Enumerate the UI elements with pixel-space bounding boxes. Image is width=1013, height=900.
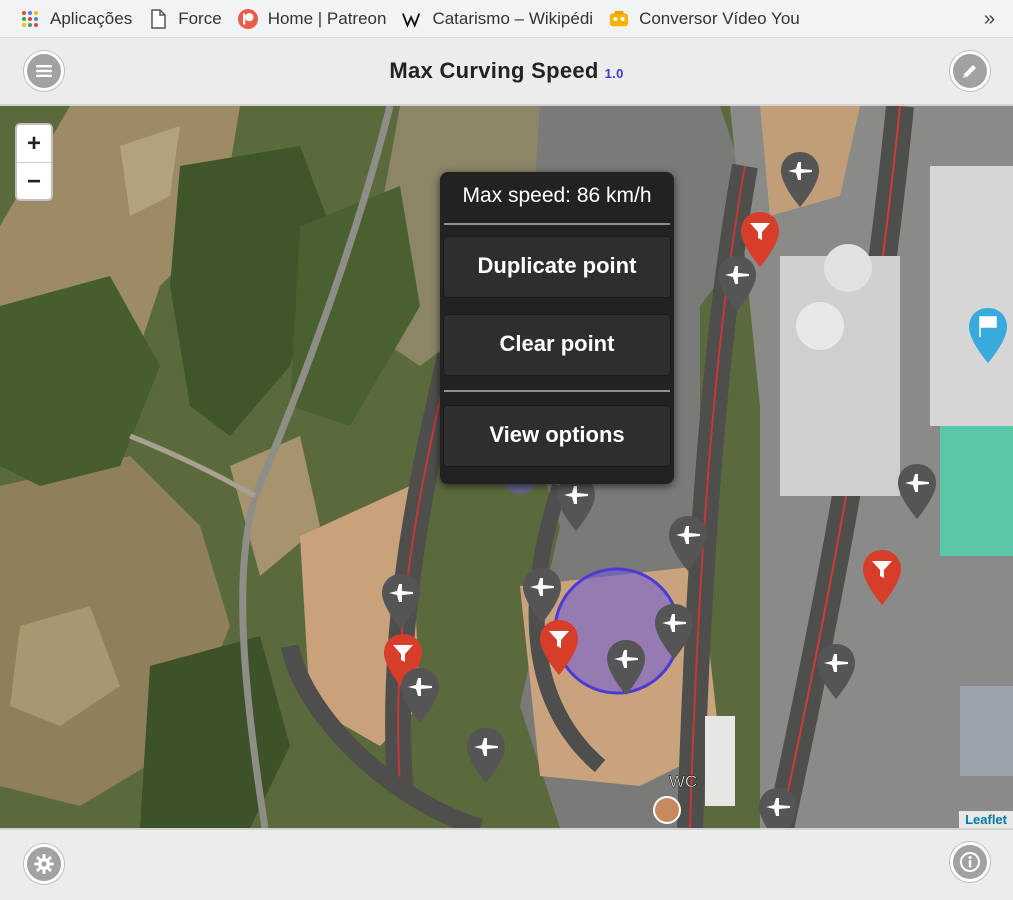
map-marker-plane[interactable]	[895, 462, 939, 522]
clear-point-button[interactable]: Clear point	[443, 314, 671, 376]
plane-icon	[467, 728, 505, 783]
edit-button[interactable]	[950, 51, 990, 91]
plane-icon	[781, 152, 819, 207]
map-marker-plane[interactable]	[778, 150, 822, 210]
bookmark-apps[interactable]: Aplicações	[20, 0, 132, 38]
view-options-button[interactable]: View options	[443, 405, 671, 467]
plane-icon	[669, 516, 707, 571]
bookmark-force[interactable]: Force	[148, 0, 222, 38]
apps-grid-icon	[20, 9, 40, 29]
map-marker-filter[interactable]	[860, 548, 904, 608]
map-marker-plane[interactable]	[398, 666, 442, 726]
map-marker-flag[interactable]	[966, 306, 1010, 366]
map-view[interactable]: WC + − Max speed: 86 km/h Duplicate poin…	[0, 106, 1013, 828]
map-marker-plane[interactable]	[715, 254, 759, 314]
map-marker-plane[interactable]	[666, 514, 710, 574]
settings-button[interactable]	[24, 844, 64, 884]
plane-icon	[817, 644, 855, 699]
bookmark-label: Catarismo – Wikipédi	[432, 8, 594, 28]
filter-icon	[863, 550, 901, 605]
page-icon	[148, 8, 168, 29]
map-marker-plane[interactable]	[379, 572, 423, 632]
flag-icon	[969, 308, 1007, 363]
app-title-text: Max Curving Speed	[389, 58, 599, 83]
gear-icon	[34, 854, 54, 874]
bookmark-label: Conversor Vídeo You	[639, 8, 800, 28]
pencil-icon	[963, 65, 976, 78]
zoom-out-button[interactable]: −	[17, 163, 51, 199]
plane-icon	[382, 574, 420, 629]
popup-divider	[444, 223, 670, 225]
map-marker-plane[interactable]	[604, 638, 648, 698]
map-marker-filter[interactable]	[537, 618, 581, 678]
popup-divider	[444, 390, 670, 392]
plane-icon	[607, 640, 645, 695]
zoom-control: + −	[15, 123, 53, 201]
info-button[interactable]	[950, 842, 990, 882]
map-marker-plane[interactable]	[464, 726, 508, 786]
bottom-bar	[0, 828, 1013, 900]
leaflet-attribution-link[interactable]: Leaflet	[959, 811, 1013, 828]
app-version: 1.0	[604, 66, 624, 81]
bookmark-label: Force	[178, 8, 222, 28]
duplicate-point-button[interactable]: Duplicate point	[443, 236, 671, 298]
map-marker-plane[interactable]	[814, 642, 858, 702]
plane-icon	[898, 464, 936, 519]
patreon-icon	[237, 8, 258, 29]
plane-icon	[523, 568, 561, 623]
bookmark-converter[interactable]: Conversor Vídeo You	[609, 0, 800, 38]
page-title: Max Curving Speed 1.0	[0, 58, 1013, 84]
app-header: Max Curving Speed 1.0	[0, 38, 1013, 106]
bookmarks-overflow-button[interactable]: »	[984, 0, 995, 38]
bookmark-label: Home | Patreon	[267, 8, 387, 28]
max-speed-text: Max speed: 86 km/h	[462, 184, 652, 207]
plane-icon	[759, 788, 797, 828]
wc-label: WC	[669, 772, 697, 791]
map-marker-plane[interactable]	[652, 602, 696, 662]
bookmark-patreon[interactable]: Home | Patreon	[237, 0, 387, 38]
map-marker-plane[interactable]	[756, 786, 800, 828]
bookmark-label: Aplicações	[50, 8, 133, 28]
plane-icon	[401, 668, 439, 723]
bookmarks-bar: Aplicações Force Home | Patreon Catarism…	[0, 0, 1013, 38]
point-context-popup: Max speed: 86 km/h Duplicate point Clear…	[440, 172, 674, 484]
map-marker-plane[interactable]	[520, 566, 564, 626]
filter-icon	[540, 620, 578, 675]
converter-icon	[609, 9, 629, 29]
plane-icon	[718, 256, 756, 311]
wikipedia-icon	[402, 9, 422, 29]
info-icon	[960, 852, 980, 872]
zoom-in-button[interactable]: +	[17, 125, 51, 163]
plane-icon	[655, 604, 693, 659]
bookmark-wikipedia[interactable]: Catarismo – Wikipédi	[402, 0, 593, 38]
